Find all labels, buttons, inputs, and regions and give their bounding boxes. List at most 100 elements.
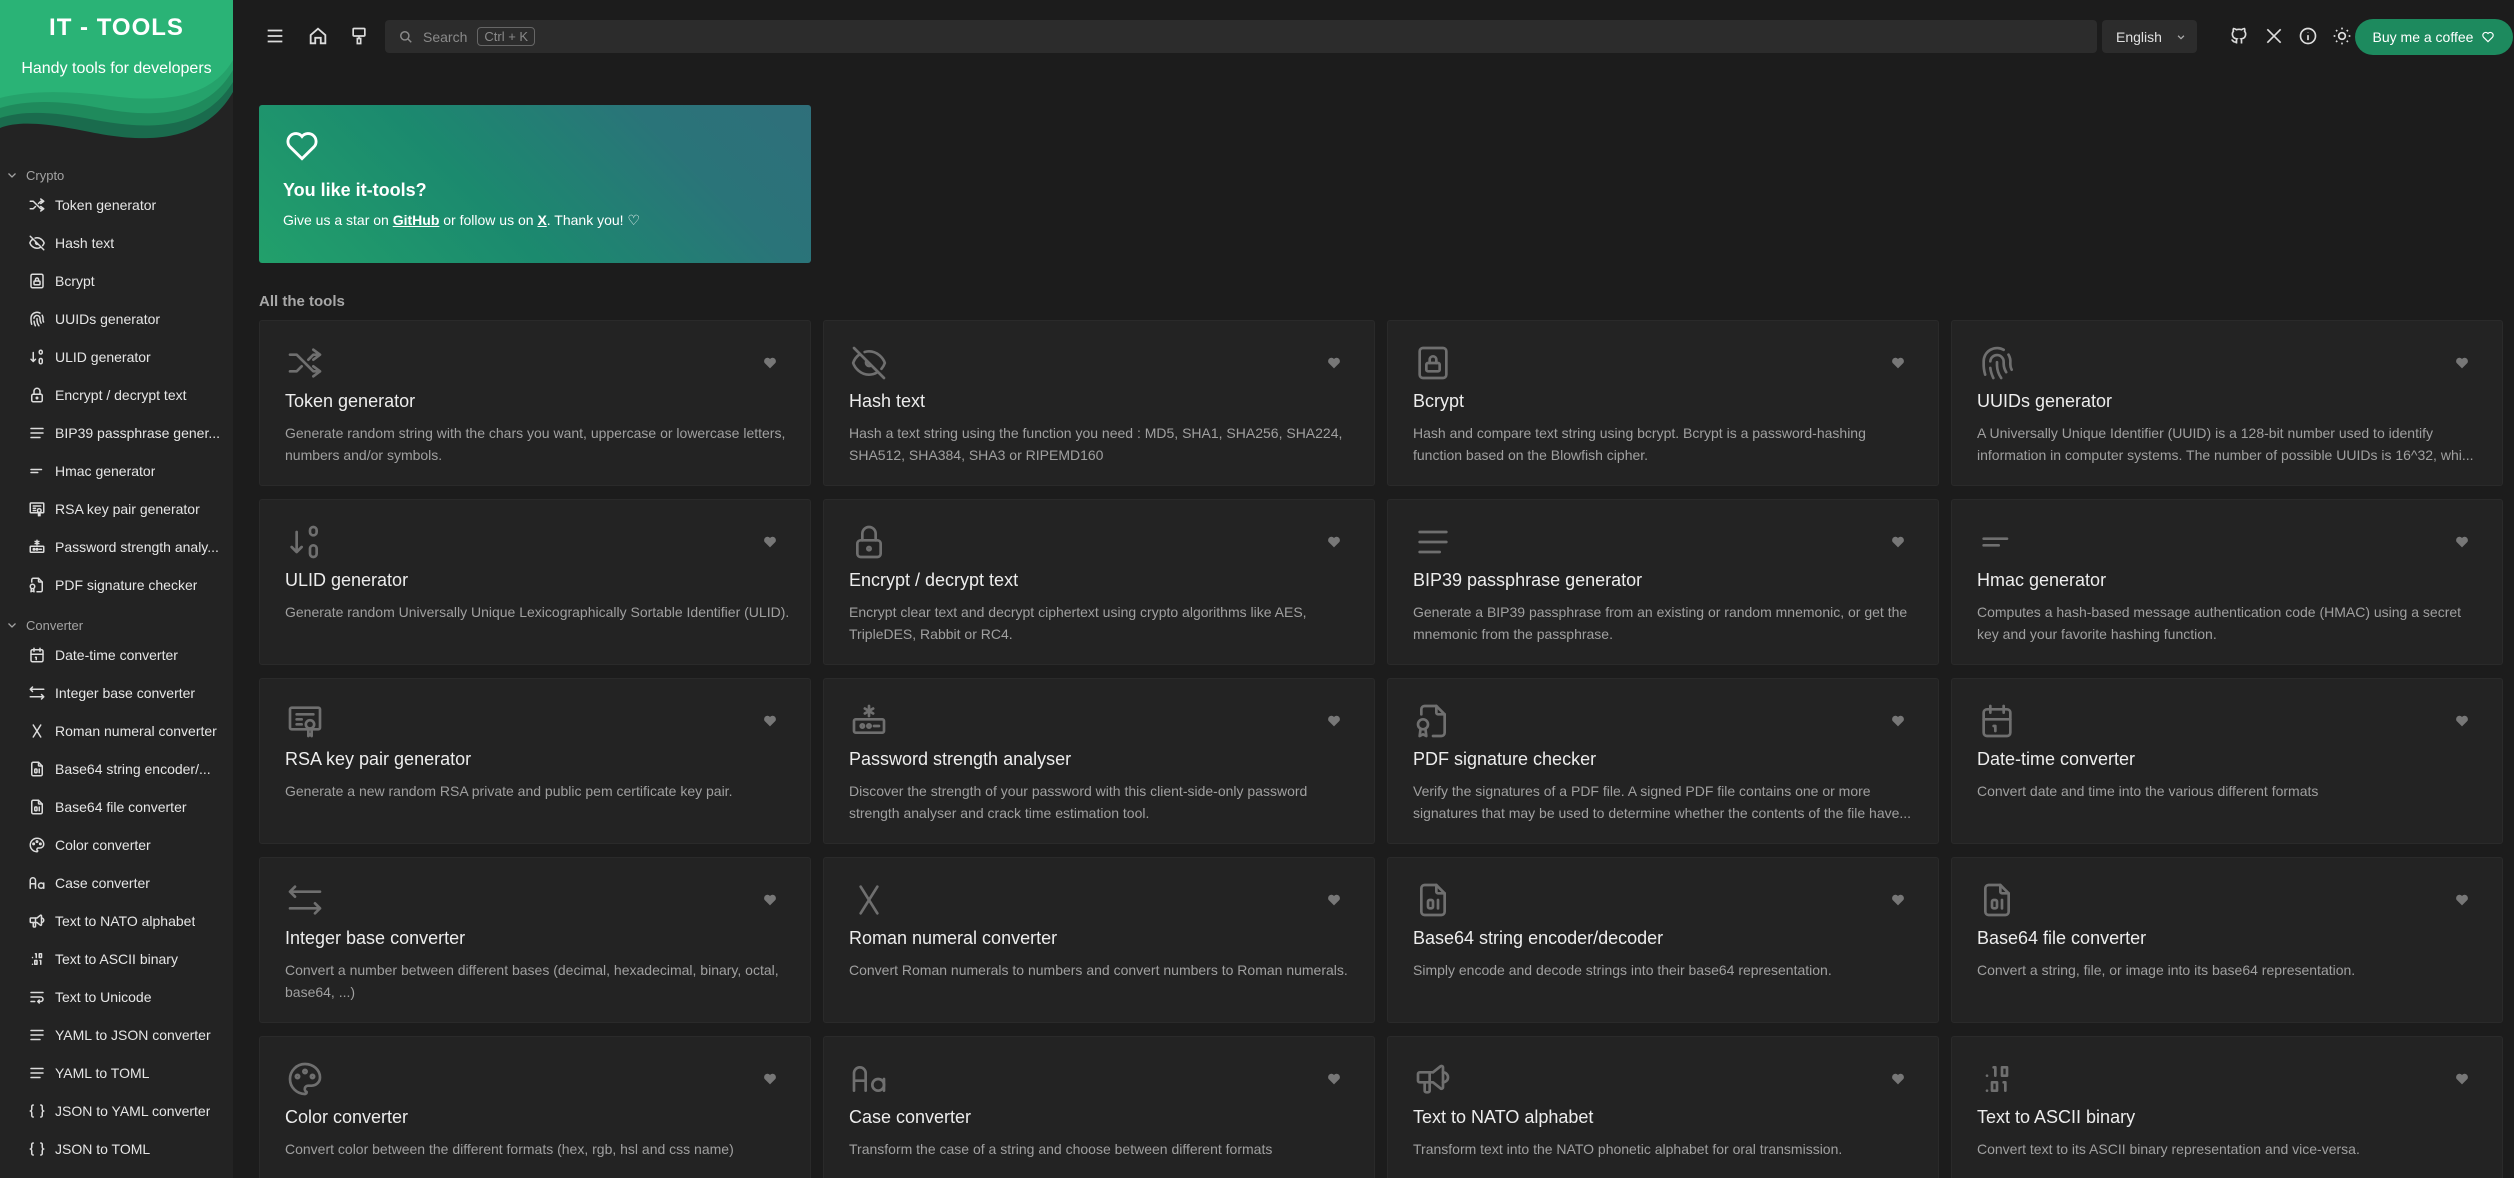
tool-card-description: Transform text into the NATO phonetic al… (1413, 1141, 1843, 1157)
search-icon (400, 30, 412, 43)
github-link[interactable]: GitHub (393, 212, 440, 228)
tool-card[interactable]: Base64 file converter Convert a string, f… (1951, 857, 2503, 1023)
favorite-heart-icon[interactable] (2454, 1071, 2470, 1090)
tool-card[interactable]: PDF signature checker Verify the signatur… (1387, 678, 1939, 844)
tool-card[interactable]: Date-time converter Convert date and time… (1951, 678, 2503, 844)
favorite-heart-icon[interactable] (1326, 892, 1342, 911)
menu-icon[interactable] (263, 24, 287, 48)
sidebar-item[interactable]: Encrypt / decrypt text (0, 376, 233, 414)
sidebar-item[interactable]: Integer base converter (0, 674, 233, 712)
favorite-heart-icon[interactable] (762, 892, 778, 911)
tool-card-description: Simply encode and decode strings into th… (1413, 962, 1832, 978)
sidebar-item[interactable]: Token generator (0, 186, 233, 224)
tool-card[interactable]: Integer base converter Convert a number b… (259, 857, 811, 1023)
tool-card[interactable]: Hmac generator Computes a hash-based mess… (1951, 499, 2503, 665)
arrows-left-right-icon (27, 683, 47, 703)
sidebar-item[interactable]: Case converter (0, 864, 233, 902)
favorite-heart-icon[interactable] (1890, 534, 1906, 553)
file-digit-icon (27, 759, 47, 779)
x-twitter-icon[interactable] (2262, 24, 2286, 48)
sidebar-item[interactable]: YAML to TOML (0, 1054, 233, 1092)
tool-card[interactable]: BIP39 passphrase generator Generate a BIP… (1387, 499, 1939, 665)
sidebar-item[interactable]: JSON to YAML converter (0, 1092, 233, 1130)
promo-text-before: Give us a star on (283, 212, 393, 228)
x-link[interactable]: X (537, 212, 546, 228)
tool-card[interactable]: Encrypt / decrypt text Encrypt clear text… (823, 499, 1375, 665)
favorite-heart-icon[interactable] (1326, 713, 1342, 732)
tool-card[interactable]: Token generator Generate random string wi… (259, 320, 811, 486)
favorite-heart-icon[interactable] (1890, 713, 1906, 732)
sidebar-item[interactable]: Text to NATO alphabet (0, 902, 233, 940)
tool-card[interactable]: Text to ASCII binary Convert text to its … (1951, 1036, 2503, 1178)
tool-card[interactable]: Bcrypt Hash and compare text string using… (1387, 320, 1939, 486)
favorite-heart-icon[interactable] (1326, 355, 1342, 374)
language-select[interactable]: English (2102, 20, 2197, 53)
favorite-heart-icon[interactable] (762, 1071, 778, 1090)
sidebar-section-converter[interactable]: Converter (0, 614, 233, 636)
tool-card[interactable]: Base64 string encoder/decoder Simply enco… (1387, 857, 1939, 1023)
short-text-icon (1977, 522, 2017, 562)
info-icon[interactable] (2296, 24, 2320, 48)
tool-card[interactable]: Text to NATO alphabet Transform text into… (1387, 1036, 1939, 1178)
sort-numeric-icon (285, 522, 325, 562)
favorite-heart-icon[interactable] (1890, 892, 1906, 911)
language-value: English (2116, 28, 2162, 45)
align-justify-icon (1413, 522, 1453, 562)
favorite-heart-icon[interactable] (2454, 713, 2470, 732)
speakerphone-icon (1413, 1059, 1453, 1099)
tool-card-description: Convert a string, file, or image into it… (1977, 962, 2356, 978)
favorite-heart-icon[interactable] (2454, 355, 2470, 374)
sidebar-item[interactable]: Bcrypt (0, 262, 233, 300)
favorite-heart-icon[interactable] (762, 713, 778, 732)
favorite-heart-icon[interactable] (1890, 1071, 1906, 1090)
heart-icon (286, 132, 318, 161)
favorite-heart-icon[interactable] (1890, 355, 1906, 374)
tool-card-title: Base64 file converter (1977, 928, 2147, 948)
tool-card[interactable]: RSA key pair generator Generate a new ran… (259, 678, 811, 844)
tool-card[interactable]: UUIDs generator A Universally Unique Iden… (1951, 320, 2503, 486)
sidebar-item[interactable]: ULID generator (0, 338, 233, 376)
sidebar-item[interactable]: YAML to JSON converter (0, 1016, 233, 1054)
sidebar-section-crypto[interactable]: Crypto (0, 164, 233, 186)
sidebar-item[interactable]: Hmac generator (0, 452, 233, 490)
sidebar-item[interactable]: PDF signature checker (0, 566, 233, 604)
buy-coffee-button[interactable]: Buy me a coffee (2355, 19, 2513, 55)
sidebar-item[interactable]: RSA key pair generator (0, 490, 233, 528)
sidebar-item[interactable]: Text to Unicode (0, 978, 233, 1016)
sidebar-item[interactable]: UUIDs generator (0, 300, 233, 338)
favorite-heart-icon[interactable] (762, 355, 778, 374)
tool-card[interactable]: ULID generator Generate random Universall… (259, 499, 811, 665)
sidebar-item[interactable]: Roman numeral converter (0, 712, 233, 750)
favorite-heart-icon[interactable] (762, 534, 778, 553)
app-title[interactable]: IT - TOOLS (0, 14, 233, 42)
tool-card[interactable]: Case converter Transform the case of a st… (823, 1036, 1375, 1178)
favorite-heart-icon[interactable] (1326, 1071, 1342, 1090)
sun-theme-icon[interactable] (2330, 24, 2354, 48)
search-bar[interactable]: Search Ctrl + K (385, 20, 2097, 53)
promo-text-after: . Thank you! ♡ (546, 212, 641, 228)
tool-card[interactable]: Hash text Hash a text string using the fu… (823, 320, 1375, 486)
sidebar-item[interactable]: Password strength analy... (0, 528, 233, 566)
tool-card[interactable]: Password strength analyser Discover the s… (823, 678, 1375, 844)
sidebar-item[interactable]: BIP39 passphrase gener... (0, 414, 233, 452)
github-icon[interactable] (2227, 24, 2251, 48)
home-icon[interactable] (306, 24, 330, 48)
ui-lib-icon[interactable] (347, 24, 371, 48)
tool-card-title: Base64 string encoder/decoder (1413, 928, 1664, 948)
sidebar-item[interactable]: Base64 file converter (0, 788, 233, 826)
sidebar-item[interactable]: Date-time converter (0, 636, 233, 674)
favorite-heart-icon[interactable] (2454, 534, 2470, 553)
tool-card-title: Hash text (849, 391, 926, 411)
tool-card[interactable]: Color converter Convert color between the… (259, 1036, 811, 1178)
favorite-heart-icon[interactable] (1326, 534, 1342, 553)
tool-card-description: Convert text to its ASCII binary represe… (1977, 1141, 2360, 1157)
favorite-heart-icon[interactable] (2454, 892, 2470, 911)
sidebar-item[interactable]: Color converter (0, 826, 233, 864)
sidebar-item[interactable]: Base64 string encoder/... (0, 750, 233, 788)
sidebar-item[interactable]: JSON to TOML (0, 1130, 233, 1168)
file-digit-icon (1413, 880, 1453, 920)
sidebar-item[interactable]: Text to ASCII binary (0, 940, 233, 978)
tool-card-title: PDF signature checker (1413, 749, 1597, 769)
sidebar-item[interactable]: Hash text (0, 224, 233, 262)
tool-card[interactable]: Roman numeral converter Convert Roman num… (823, 857, 1375, 1023)
